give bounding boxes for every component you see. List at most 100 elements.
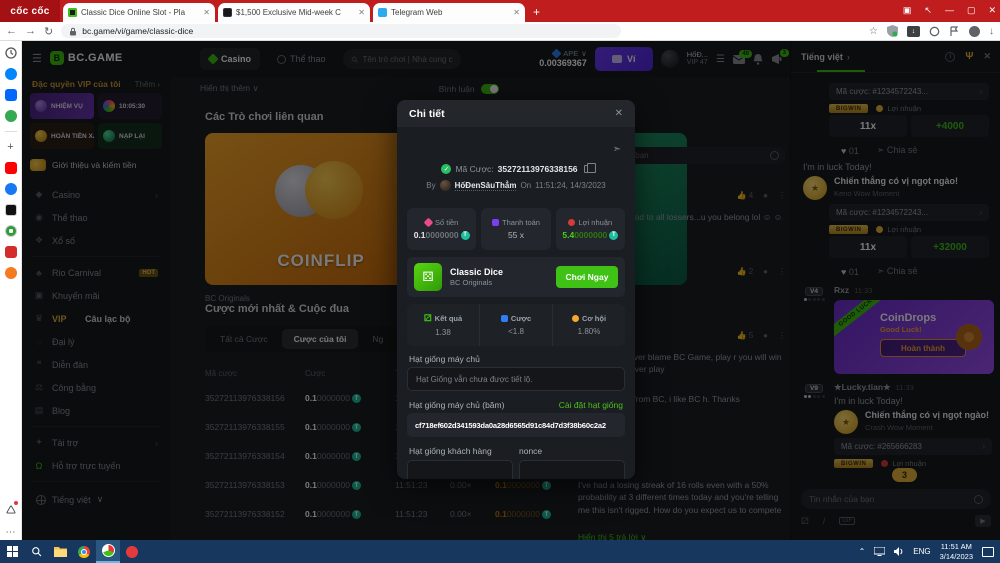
tab-title: $1,500 Exclusive Mid-week C (236, 8, 354, 17)
download-manager-icon[interactable]: ↓ (907, 26, 920, 37)
add-shortcut-icon[interactable]: + (7, 141, 13, 153)
seed-settings-link[interactable]: Cài đặt hạt giống (559, 400, 623, 410)
file-explorer-icon[interactable] (48, 540, 72, 563)
coccoc-sidebar: + 🛆 ⋯ (0, 41, 22, 540)
start-button[interactable] (0, 540, 24, 563)
game-name: Classic Dice (450, 266, 503, 278)
stat-bet-condition: Cược <1.8 (480, 304, 553, 346)
adblock-shield-icon[interactable] (887, 25, 898, 37)
chrome-icon[interactable] (72, 540, 96, 563)
taskbar-search[interactable] (24, 540, 48, 563)
close-tab-icon[interactable]: ✕ (358, 8, 365, 17)
action-center-icon[interactable] (982, 547, 994, 557)
back-icon[interactable]: ← (6, 25, 17, 37)
downloads-icon[interactable]: ↓ (989, 26, 994, 37)
tab-title: Classic Dice Online Slot - Pla (81, 8, 199, 17)
flag-icon[interactable] (949, 26, 960, 37)
t-coin-icon: T (609, 231, 618, 240)
network-icon[interactable] (874, 547, 885, 556)
stat-chance: Cơ hội 1.80% (553, 304, 625, 346)
tab-telegram[interactable]: Telegram Web ✕ (373, 3, 525, 22)
modal-title: Chi tiết (409, 108, 445, 120)
maximize-button[interactable]: ▢ (967, 5, 976, 16)
games-icon[interactable] (5, 110, 17, 122)
telegram-favicon (378, 8, 387, 17)
game-row: ⚄ Classic Dice BC Originals Chơi Ngay (407, 257, 625, 297)
author-name[interactable]: HốĐenSâuThẳm (455, 181, 517, 191)
bet-id-label: Mã Cược: (455, 164, 493, 174)
forward-icon[interactable]: → (25, 25, 36, 37)
cart-icon[interactable] (5, 267, 17, 279)
bet-details-modal: Chi tiết ✕ ➣ ✓ Mã Cược: 3527211397633815… (397, 100, 635, 479)
volume-icon[interactable] (894, 547, 904, 556)
verified-icon: ✓ (441, 164, 451, 174)
more-icon[interactable]: ⋯ (6, 527, 17, 538)
windows-icon (7, 546, 18, 557)
clock[interactable]: 11:51 AM3/14/2023 (940, 542, 973, 561)
notifications-bell-icon[interactable]: 🛆 (6, 503, 16, 520)
tiktok-icon[interactable] (5, 204, 17, 216)
stat-amount: Số tiền 0.10000000T (407, 208, 476, 250)
screen-capture-icon[interactable]: ▣ (903, 5, 912, 16)
zalo-icon[interactable] (5, 89, 17, 101)
url-field[interactable]: bc.game/vi/game/classic-dice (61, 24, 621, 38)
nonce-label: nonce (519, 446, 542, 456)
t-coin-icon: T (461, 231, 470, 240)
on-label: On (520, 181, 531, 190)
coccoc-taskbar-icon[interactable] (96, 540, 120, 563)
reload-icon[interactable]: ↻ (44, 25, 53, 38)
copy-icon[interactable] (584, 165, 591, 173)
language-indicator[interactable]: ENG (913, 547, 930, 556)
client-seed-label: Hạt giống khách hàng (409, 446, 492, 456)
bet-datetime: 11:51:24, 14/3/2023 (535, 181, 606, 190)
profile-icon[interactable] (969, 26, 980, 37)
facebook-icon[interactable] (5, 183, 17, 195)
messenger-icon[interactable] (5, 68, 17, 80)
tab-classic-dice[interactable]: Classic Dice Online Slot - Pla ✕ (63, 3, 215, 22)
client-seed-field[interactable] (407, 460, 513, 479)
lock-icon (69, 27, 77, 36)
chance-coin-icon (572, 315, 579, 322)
server-seed-field: Hạt Giống vẫn chưa được tiết lộ. (407, 367, 625, 391)
new-tab-button[interactable]: + (533, 5, 540, 19)
tab-title: Telegram Web (391, 8, 509, 17)
windows-taskbar: ⌃ ENG 11:51 AM3/14/2023 (0, 540, 1000, 563)
address-bar: ← → ↻ bc.game/vi/game/classic-dice ☆ ↓ ↓ (0, 22, 1000, 41)
hashed-seed-field[interactable]: cf718ef602d341593da0a28d6565d91c84d7d3f3… (407, 413, 625, 437)
red-app-icon[interactable] (120, 540, 144, 563)
popout-icon[interactable]: ↖ (924, 5, 932, 16)
close-tab-icon[interactable]: ✕ (513, 8, 520, 17)
close-tab-icon[interactable]: ✕ (203, 8, 210, 17)
tab-promo[interactable]: $1,500 Exclusive Mid-week C ✕ (218, 3, 370, 22)
sports-icon[interactable] (5, 225, 17, 237)
nonce-field[interactable] (519, 460, 625, 479)
result-dice-icon: ⚂ (424, 313, 432, 324)
minimize-button[interactable]: — (945, 5, 954, 15)
close-window-button[interactable]: ✕ (988, 5, 996, 16)
share-icon[interactable]: ➣ (613, 144, 621, 155)
promo-favicon (223, 8, 232, 17)
modal-close-icon[interactable]: ✕ (615, 108, 623, 119)
author-avatar (440, 180, 451, 191)
server-seed-label: Hạt giống máy chủ (409, 354, 480, 364)
search-icon (31, 546, 42, 557)
stat-result: ⚂Kết quả 1.38 (407, 304, 480, 346)
tray-chevron-icon[interactable]: ⌃ (859, 547, 866, 556)
browser-tabbar: cốc cốc Classic Dice Online Slot - Pla ✕… (0, 0, 1000, 22)
stat-profit: Lợi nhuận 5.40000000T (556, 208, 625, 250)
coccoc-logo[interactable]: cốc cốc (0, 0, 60, 22)
bet-note-icon (501, 315, 508, 322)
payout-wallet-icon (492, 219, 499, 226)
extensions-icon[interactable] (929, 26, 940, 37)
history-icon[interactable] (5, 47, 17, 59)
amount-dice-icon (424, 218, 434, 228)
tasks-app-icon[interactable] (5, 246, 17, 258)
bookmark-star-icon[interactable]: ☆ (869, 26, 878, 37)
by-label: By (426, 181, 435, 190)
game-provider: BC Originals (450, 278, 503, 288)
url-text: bc.game/vi/game/classic-dice (82, 26, 193, 36)
youtube-icon[interactable] (5, 162, 17, 174)
play-now-button[interactable]: Chơi Ngay (556, 266, 618, 288)
bcgame-page: ☰ B BC.GAME Đặc quyền VIP của tôi Thêm ›… (22, 41, 1000, 540)
classic-dice-logo: ⚄ (414, 263, 442, 291)
